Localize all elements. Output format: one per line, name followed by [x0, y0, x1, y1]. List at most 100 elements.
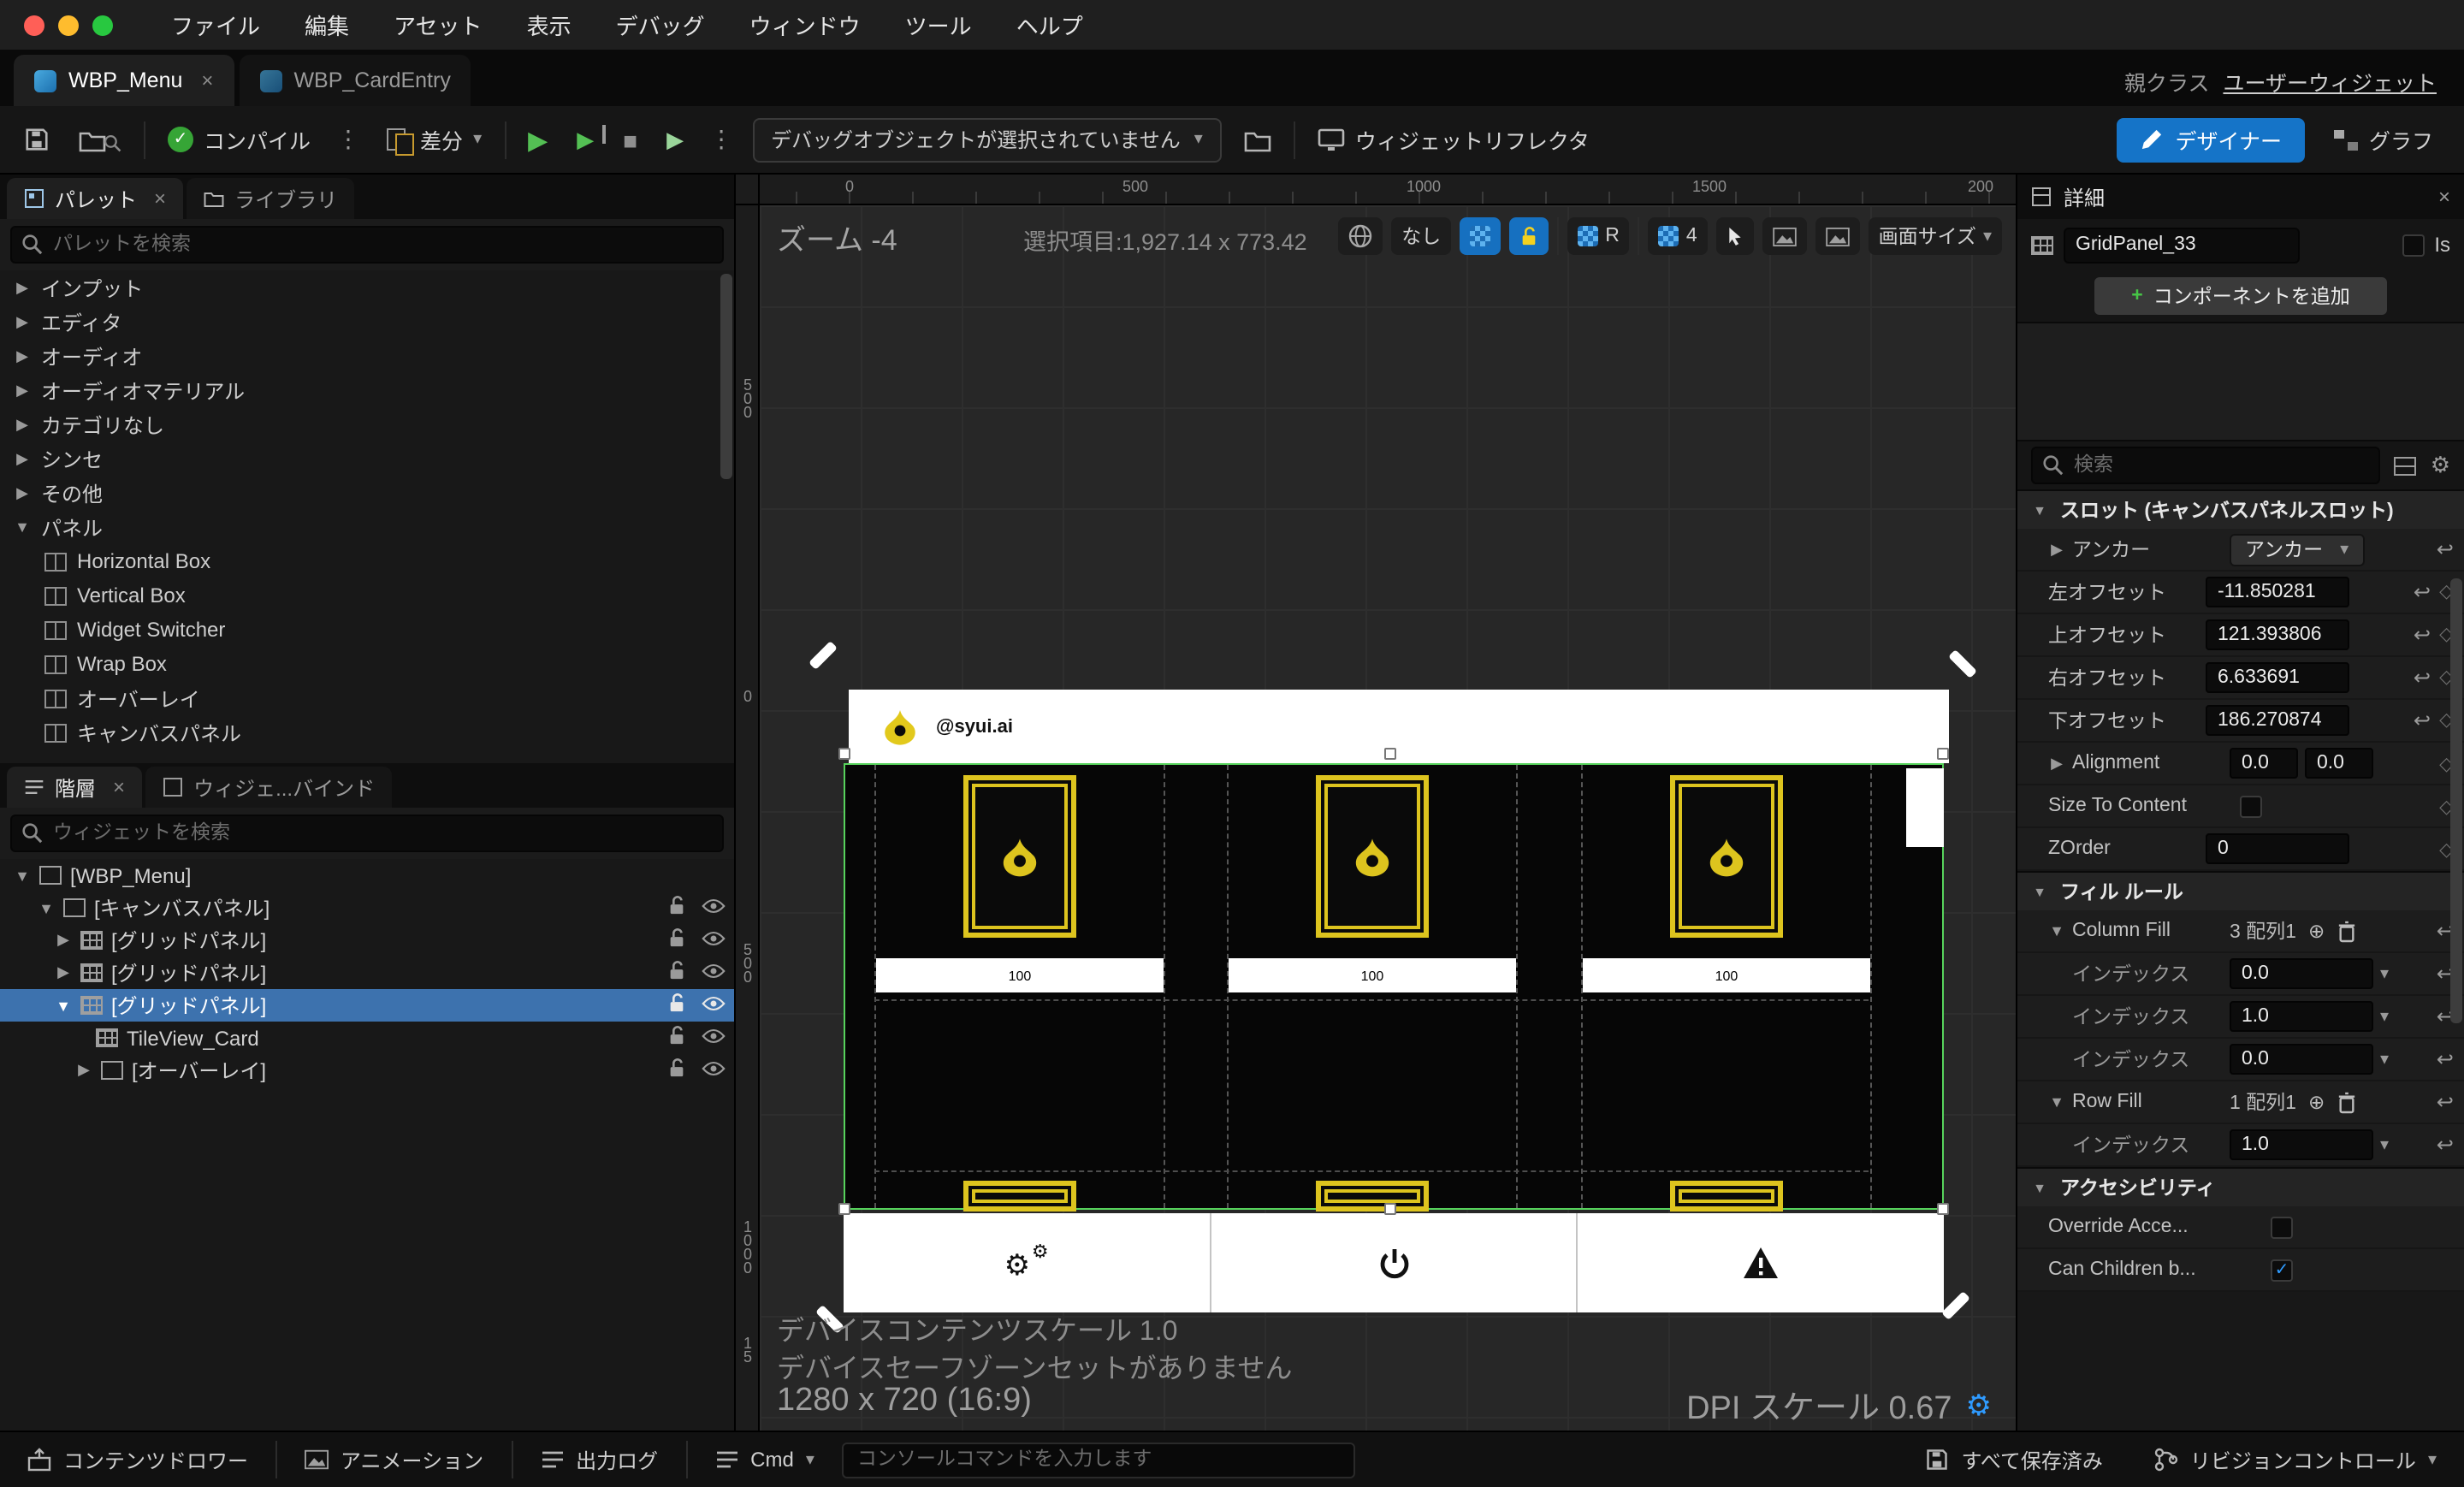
offset-bottom-field[interactable]: 186.270874 [2206, 705, 2349, 736]
stop-button[interactable]: ■ [616, 121, 644, 158]
alignment-x-field[interactable]: 0.0 [2230, 748, 2298, 779]
override-accessible-checkbox[interactable] [2271, 1216, 2293, 1238]
expander-icon[interactable]: ▶ [14, 483, 31, 502]
menu-help[interactable]: ヘルプ [1016, 9, 1083, 41]
alignment-y-field[interactable]: 0.0 [2305, 748, 2373, 779]
grid-snap-toggle[interactable] [1460, 217, 1502, 255]
close-icon[interactable]: × [154, 187, 166, 210]
hierarchy-row-overlay[interactable]: ▶ [オーバーレイ] [0, 1054, 734, 1087]
palette-item-horizontal-box[interactable]: Horizontal Box [0, 544, 734, 578]
lock-icon[interactable] [667, 1057, 686, 1080]
menu-tools[interactable]: ツール [905, 9, 972, 41]
output-log-button[interactable]: 出力ログ [530, 1445, 668, 1474]
rotate-handle[interactable] [808, 641, 838, 670]
widget-name-input[interactable] [2064, 227, 2300, 263]
power-cell[interactable] [1211, 1213, 1578, 1312]
column-index-2-field[interactable]: 0.0 [2230, 1044, 2373, 1075]
expander-icon[interactable]: ▼ [2048, 1093, 2065, 1111]
expander-icon[interactable]: ▼ [2031, 884, 2048, 899]
expander-icon[interactable]: ▶ [14, 347, 31, 365]
eye-icon[interactable] [702, 1061, 726, 1076]
palette-item-wrap-box[interactable]: Wrap Box [0, 647, 734, 681]
offset-left-field[interactable]: -11.850281 [2206, 577, 2349, 607]
menu-view[interactable]: 表示 [527, 9, 572, 41]
reset-icon[interactable]: ↩ [2414, 708, 2431, 732]
card-thumbnail[interactable] [1316, 775, 1429, 938]
reset-icon[interactable]: ↩ [2437, 1133, 2454, 1157]
expander-icon[interactable]: ▼ [38, 899, 55, 916]
palette-item-widget-switcher[interactable]: Widget Switcher [0, 613, 734, 647]
mirror-button[interactable] [1815, 217, 1860, 255]
find-blueprint-button[interactable] [1237, 122, 1278, 157]
palette-group-audiomaterial[interactable]: ▶ オーディオマテリアル [0, 373, 734, 407]
add-element-icon[interactable]: ⊕ [2308, 919, 2325, 943]
expander-icon[interactable]: ▼ [2031, 1180, 2048, 1195]
expander-icon[interactable]: ▼ [2048, 922, 2065, 939]
compile-options-icon[interactable]: ⋮ [333, 125, 364, 154]
selection-handle[interactable] [838, 748, 850, 760]
can-children-checkbox[interactable]: ✓ [2271, 1259, 2293, 1281]
expander-icon[interactable]: ▼ [14, 518, 31, 536]
expander-icon[interactable]: ▼ [55, 997, 72, 1014]
designer-mode-button[interactable]: デザイナー [2117, 117, 2306, 162]
all-saved-button[interactable]: すべて保存済み [1916, 1445, 2113, 1474]
graph-mode-button[interactable]: グラフ [2321, 123, 2447, 156]
settings-gear-icon[interactable]: ⚙ [2431, 452, 2450, 479]
details-search-input[interactable] [2031, 447, 2381, 484]
selected-grid-panel[interactable]: 100 100 100 [844, 763, 1944, 1212]
section-accessibility[interactable]: ▼ アクセシビリティ [2017, 1167, 2464, 1206]
widget-reflector-button[interactable]: ウィジェットリフレクタ [1311, 118, 1596, 161]
zorder-field[interactable]: 0 [2206, 833, 2349, 864]
expander-icon[interactable]: ▶ [55, 963, 72, 982]
minimize-window-button[interactable] [58, 15, 79, 35]
revision-control-button[interactable]: リビジョンコントロール ▾ [2144, 1445, 2447, 1474]
content-drawer-button[interactable]: コンテンツドロワー [17, 1445, 258, 1474]
anchor-dropdown[interactable]: アンカー ▾ [2230, 533, 2365, 566]
compile-button[interactable]: ✓ コンパイル [161, 118, 317, 161]
selection-handle[interactable] [1937, 1203, 1949, 1215]
play-options-icon[interactable]: ⋮ [706, 125, 737, 154]
cmd-dropdown[interactable]: Cmd ▾ [704, 1448, 825, 1472]
preview-background-button[interactable] [1338, 217, 1383, 255]
expander-icon[interactable]: ▶ [14, 278, 31, 297]
menu-window[interactable]: ウィンドウ [749, 9, 861, 41]
hierarchy-row-grid-panel-1[interactable]: ▶ [グリッドパネル] [0, 924, 734, 957]
menu-asset[interactable]: アセット [394, 9, 483, 41]
designer-viewport[interactable]: 0 500 1000 1500 200 500 0 500 1000 15 ズー… [736, 175, 2016, 1431]
offset-right-field[interactable]: 6.633691 [2206, 662, 2349, 693]
reset-icon[interactable]: ↩ [2414, 666, 2431, 690]
select-tool-button[interactable] [1715, 217, 1754, 255]
hierarchy-row-wbp-menu[interactable]: ▼ [WBP_Menu] [0, 859, 734, 892]
eye-icon[interactable] [702, 931, 726, 946]
hierarchy-row-tileview-card[interactable]: TileView_Card [0, 1022, 734, 1054]
expander-icon[interactable]: ▶ [14, 449, 31, 468]
zoom-window-button[interactable] [92, 15, 113, 35]
browse-asset-button[interactable] [72, 121, 128, 157]
eye-icon[interactable] [702, 898, 726, 914]
tab-palette[interactable]: パレット × [7, 178, 184, 219]
menu-edit[interactable]: 編集 [305, 9, 349, 41]
rotate-handle[interactable] [1941, 1291, 1970, 1320]
property-matrix-icon[interactable] [2394, 456, 2417, 475]
row-index-0-field[interactable]: 1.0 [2230, 1129, 2373, 1160]
expander-icon[interactable]: ▶ [14, 381, 31, 400]
eye-icon[interactable] [702, 996, 726, 1011]
lock-icon[interactable] [667, 960, 686, 982]
selection-handle[interactable] [1384, 1203, 1396, 1215]
reset-icon[interactable]: ↩ [2414, 580, 2431, 604]
expander-icon[interactable]: ▶ [14, 415, 31, 434]
launch-button[interactable]: ▶ [660, 121, 690, 158]
lock-icon[interactable] [667, 992, 686, 1015]
save-button[interactable] [17, 121, 56, 157]
preview-image-button[interactable] [1762, 217, 1807, 255]
trash-icon[interactable] [2337, 920, 2355, 942]
diff-button[interactable]: 差分 ▾ [379, 118, 489, 161]
design-header-bar[interactable]: @syui.ai [849, 690, 1949, 763]
palette-group-synth[interactable]: ▶ シンセ [0, 441, 734, 476]
localization-preview-button[interactable]: R [1567, 217, 1630, 255]
column-index-1-field[interactable]: 1.0 [2230, 1001, 2373, 1032]
tab-library[interactable]: ライブラリ [187, 178, 355, 219]
card-thumbnail[interactable] [963, 775, 1076, 938]
palette-item-canvas-panel[interactable]: キャンバスパネル [0, 715, 734, 749]
rotate-handle[interactable] [1948, 649, 1977, 678]
